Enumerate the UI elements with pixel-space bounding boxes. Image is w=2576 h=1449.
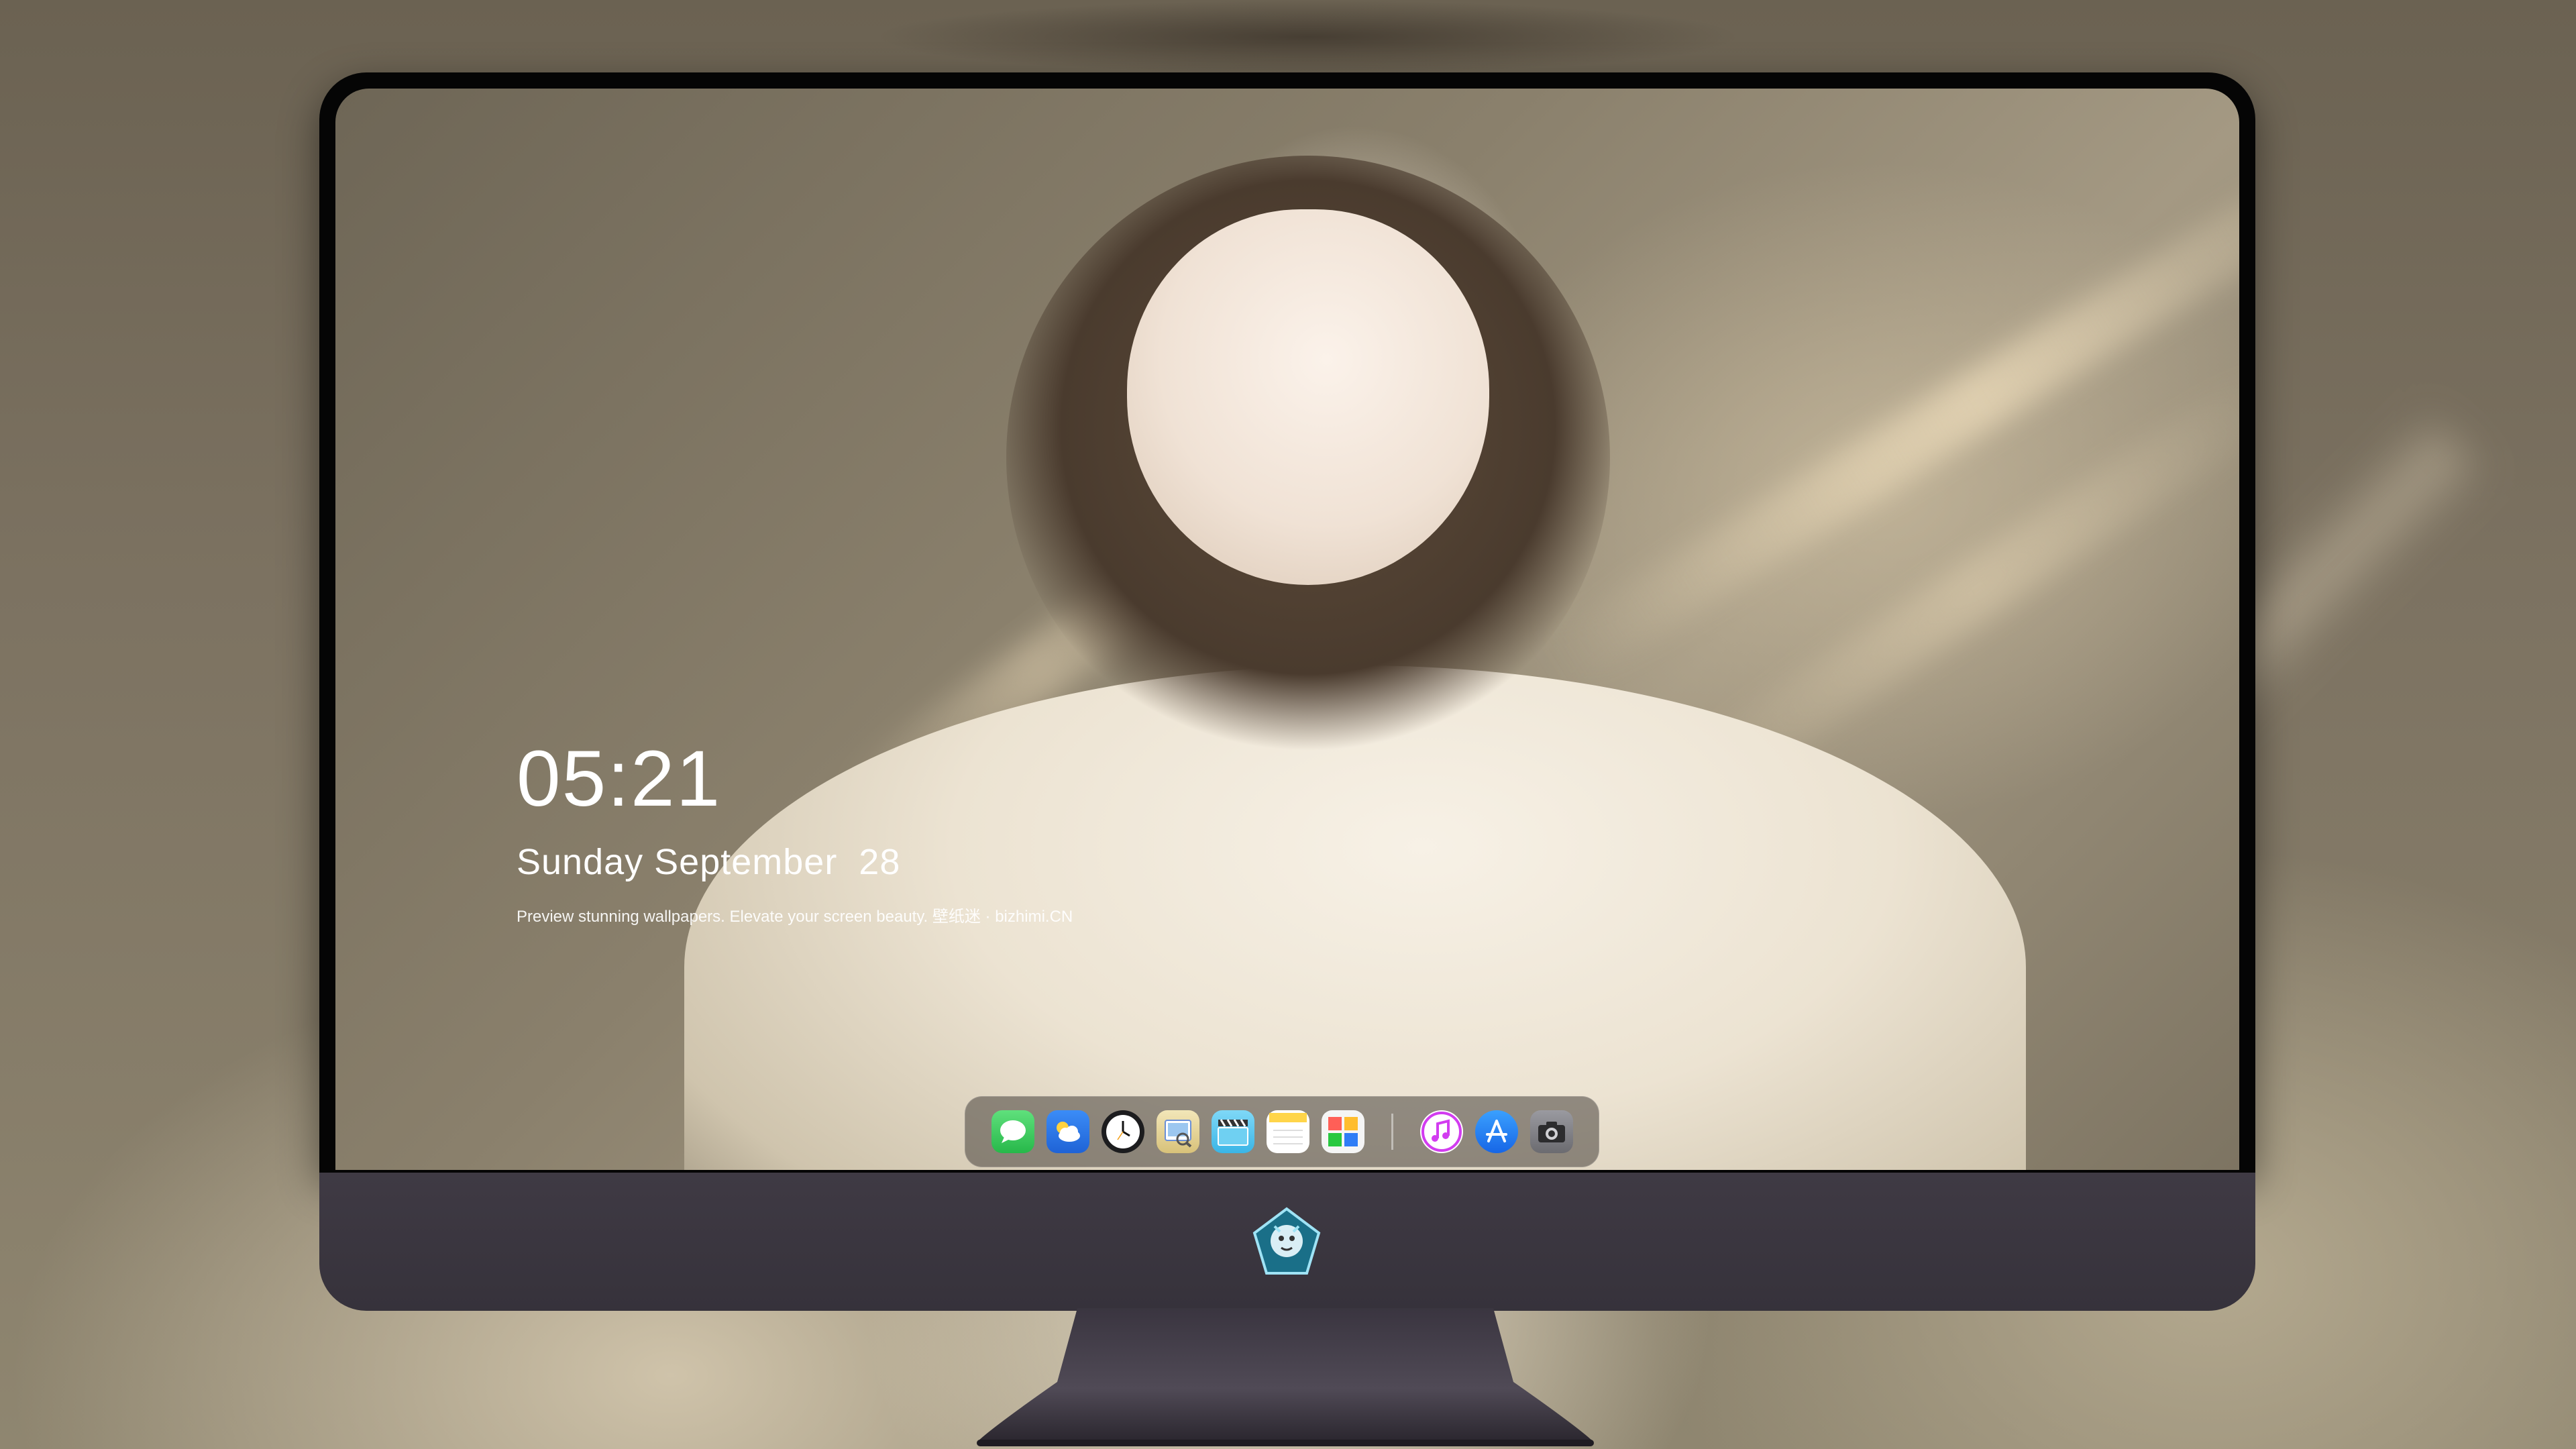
clock-time: 05:21 [517,735,722,823]
desktop-screen: 05:21 Sunday September 28 Preview stunni… [335,89,2239,1170]
background-shadow [872,0,1744,74]
preview-icon[interactable] [1156,1110,1199,1153]
dock [965,1096,1599,1167]
monitor-bezel: 05:21 Sunday September 28 Preview stunni… [319,72,2255,1173]
clock-date: Sunday September 28 [517,842,901,882]
brand-logo-icon [1252,1206,1322,1276]
wallpaper-figure-face [1127,209,1489,585]
wallpaper-caption: Preview stunning wallpapers. Elevate you… [517,908,1073,926]
clock-icon[interactable] [1101,1110,1144,1153]
photo-booth-icon[interactable] [1321,1110,1364,1153]
wallpaper-light-ray [1536,108,2239,693]
music-icon[interactable] [1419,1110,1463,1153]
monitor-stand [977,1308,1594,1446]
app-store-icon[interactable] [1474,1110,1518,1153]
weather-icon[interactable] [1046,1110,1089,1153]
lock-screen-clock: 05:21 Sunday September 28 Preview stunni… [517,739,1073,926]
camera-icon[interactable] [1529,1110,1573,1153]
clapperboard-icon[interactable] [1211,1110,1254,1153]
notes-icon[interactable] [1266,1110,1309,1153]
messages-icon[interactable] [991,1110,1034,1153]
dock-separator [1391,1114,1393,1150]
monitor-chin [319,1173,2255,1311]
imac-monitor: 05:21 Sunday September 28 Preview stunni… [319,72,2255,1311]
